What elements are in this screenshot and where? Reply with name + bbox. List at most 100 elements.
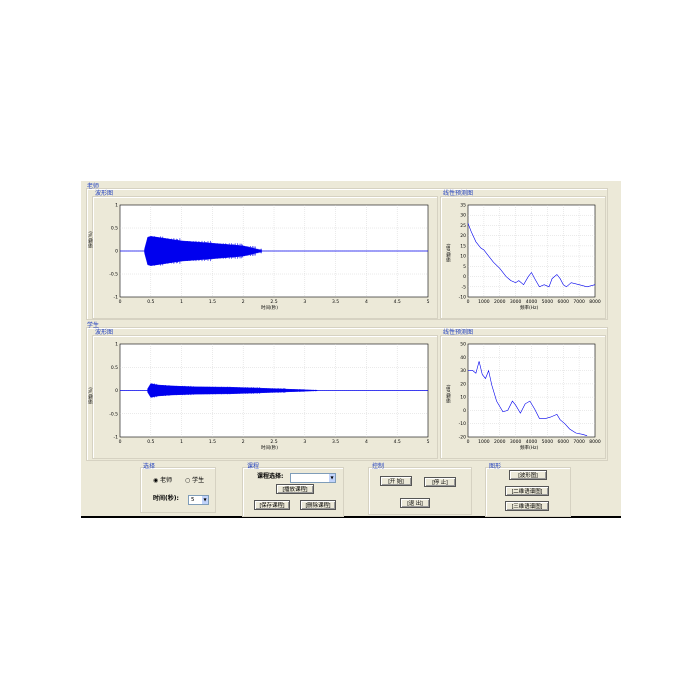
radio-teacher-dot[interactable]: ◉ [153, 477, 158, 484]
student-waveform-xlabel: 时间(秒) [261, 446, 279, 451]
y-tick-label: -0.5 [109, 272, 118, 278]
x-tick-label: 4.5 [394, 439, 401, 445]
student-spectrum-ylabel: 振幅(dB) [447, 384, 452, 403]
time-select[interactable]: 5 ▼ [188, 495, 209, 505]
y-tick-label: 20 [460, 233, 466, 239]
exit-button[interactable]: [退 出] [400, 498, 430, 508]
y-tick-label: 1 [115, 342, 118, 348]
graph-panel-title: 图形 [489, 463, 502, 470]
x-tick-label: 0.5 [147, 299, 154, 305]
radio-teacher[interactable]: ◉ 老师 [153, 477, 172, 485]
play-course-button[interactable]: [播放课程] [276, 484, 314, 494]
x-tick-label: 8000 [589, 299, 601, 305]
x-tick-label: 1.5 [209, 299, 216, 305]
select-panel-title: 选择 [143, 463, 156, 470]
teacher-spectrum-xlabel: 频率(Hz) [520, 306, 539, 311]
student-spectrum-chart: 0 1000 2000 3000 4000 5000 6000 7000 80005040302… [459, 342, 601, 446]
x-tick-label: 4.5 [394, 299, 401, 305]
x-tick-label: 0 [467, 439, 470, 445]
chevron-down-icon[interactable]: ▼ [202, 496, 208, 504]
x-tick-label: 5 [427, 439, 430, 445]
radio-teacher-label: 老师 [160, 477, 173, 484]
x-tick-label: 7000 [573, 439, 585, 445]
y-tick-label: -20 [459, 435, 466, 441]
y-tick-label: 10 [460, 254, 466, 260]
teacher-waveform-chart: 0 0.5 1 1.5 2 2.5 3 3.5 4 4.5 510.50-0.5-1 [109, 203, 430, 306]
select-panel [140, 467, 216, 513]
y-tick-label: 0.5 [111, 226, 118, 232]
teacher-spectrum-chart: 0 1000 2000 3000 4000 5000 6000 7000 80003530252… [459, 203, 601, 306]
y-tick-label: 1 [115, 203, 118, 209]
y-tick-label: 30 [460, 213, 466, 219]
y-tick-label: -1 [114, 295, 119, 301]
x-tick-label: 4 [365, 439, 368, 445]
y-tick-label: 0 [463, 408, 466, 414]
x-tick-label: 3 [303, 439, 306, 445]
x-tick-label: 3.5 [332, 299, 339, 305]
teacher-waveform-xlabel: 时间(秒) [261, 306, 279, 311]
x-tick-label: 5000 [542, 299, 554, 305]
x-tick-label: 1 [180, 439, 183, 445]
spectrogram-3d-button[interactable]: [三维语谱图] [505, 501, 549, 511]
x-tick-label: 4 [365, 299, 368, 305]
radio-student[interactable]: ○ 学生 [185, 477, 204, 485]
y-tick-label: 50 [460, 342, 466, 348]
student-spectrum-xlabel: 频率(Hz) [520, 446, 539, 451]
teacher-section-label: 老师 [87, 183, 100, 190]
course-panel-title: 课程 [247, 463, 260, 470]
y-tick-label: 5 [463, 264, 466, 270]
x-tick-label: 1000 [478, 439, 490, 445]
x-tick-label: 1.5 [209, 439, 216, 445]
y-tick-label: 20 [460, 381, 466, 387]
control-panel-title: 控制 [372, 463, 385, 470]
y-tick-label: 10 [460, 395, 466, 401]
x-tick-label: 5 [427, 299, 430, 305]
y-tick-label: 40 [460, 355, 466, 361]
course-select-label: 课程选择: [257, 473, 284, 480]
teacher-spectrum-ylabel: 振幅(dB) [447, 243, 452, 262]
y-tick-label: -10 [459, 295, 466, 301]
y-tick-label: -0.5 [109, 411, 118, 417]
save-course-button[interactable]: [保存课程] [254, 500, 290, 510]
y-tick-label: 0 [115, 249, 118, 255]
student-section-label: 学生 [87, 322, 100, 329]
x-tick-label: 6000 [558, 299, 570, 305]
x-tick-label: 5000 [542, 439, 554, 445]
x-tick-label: 0 [119, 439, 122, 445]
start-button[interactable]: [开 始] [380, 476, 412, 486]
time-select-value: 5 [191, 497, 195, 503]
y-tick-label: 0 [115, 388, 118, 394]
y-tick-label: 0 [463, 274, 466, 280]
waveform-button[interactable]: [波形图] [509, 470, 547, 480]
y-tick-label: 15 [460, 243, 466, 249]
x-tick-label: 3.5 [332, 439, 339, 445]
course-select[interactable]: ▼ [290, 473, 336, 483]
student-waveform-ylabel: 振幅(%) [89, 387, 94, 404]
delete-course-button[interactable]: [删除课程] [300, 500, 336, 510]
x-tick-label: 2 [242, 439, 245, 445]
y-tick-label: -10 [459, 421, 466, 427]
stop-button[interactable]: [停 止] [424, 477, 456, 487]
radio-student-dot[interactable]: ○ [185, 477, 190, 484]
x-tick-label: 6000 [558, 439, 570, 445]
x-tick-label: 0.5 [147, 439, 154, 445]
x-tick-label: 3 [303, 299, 306, 305]
spectrogram-2d-button[interactable]: [二维语谱图] [505, 486, 549, 496]
teacher-waveform-ylabel: 振幅(%) [89, 231, 94, 248]
chevron-down-icon[interactable]: ▼ [329, 474, 335, 482]
x-tick-label: 8000 [589, 439, 601, 445]
x-tick-label: 2000 [494, 299, 506, 305]
y-tick-label: 35 [460, 203, 466, 209]
time-label: 时间(秒): [153, 495, 179, 502]
x-tick-label: 0 [467, 299, 470, 305]
x-tick-label: 1 [180, 299, 183, 305]
y-tick-label: -5 [462, 284, 467, 290]
x-tick-label: 1000 [478, 299, 490, 305]
y-tick-label: 30 [460, 368, 466, 374]
x-tick-label: 0 [119, 299, 122, 305]
y-tick-label: 0.5 [111, 365, 118, 371]
y-tick-label: 25 [460, 223, 466, 229]
x-tick-label: 7000 [573, 299, 585, 305]
x-tick-label: 2000 [494, 439, 506, 445]
radio-student-label: 学生 [192, 477, 205, 484]
